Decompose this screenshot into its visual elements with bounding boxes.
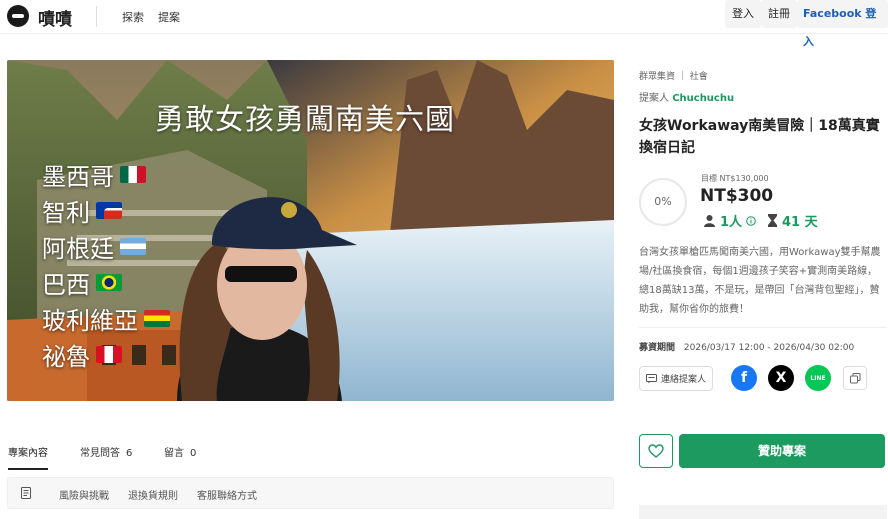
line-glyph: LINE <box>810 374 826 382</box>
raised-amount: NT$300 <box>700 186 774 206</box>
subnav-risks[interactable]: 風險與挑戰 <box>59 487 109 502</box>
contact-proposer-button[interactable]: 連絡提案人 <box>639 366 713 391</box>
content-subnav: 風險與挑戰 退換貨規則 客服聯絡方式 <box>7 477 614 509</box>
subnav-customer-service[interactable]: 客服聯絡方式 <box>197 487 257 502</box>
days-left: 41 天 <box>782 215 818 230</box>
facebook-login-button[interactable]: Facebook 登入 <box>797 0 888 48</box>
brazil-flag-icon <box>96 274 122 291</box>
proposer: 提案人 Chuchuchu <box>639 89 734 104</box>
tab-project-content[interactable]: 專案內容 <box>8 444 48 470</box>
info-icon[interactable] <box>746 215 756 226</box>
tab-comments[interactable]: 留言 0 <box>164 444 196 459</box>
person-icon <box>704 215 715 227</box>
proposer-label: 提案人 <box>639 93 669 104</box>
reward-card-edge <box>639 505 887 519</box>
bolivia-flag-icon <box>144 310 170 327</box>
tab-count: 0 <box>190 448 197 459</box>
country-label: 玻利維亞 <box>42 307 138 335</box>
hourglass-icon <box>768 214 777 227</box>
days-left-stat: 41 天 <box>767 211 818 230</box>
backers-count: 1人 <box>720 215 743 230</box>
funding-period: 募資期間 2026/03/17 12:00 - 2026/04/30 02:00 <box>639 340 854 353</box>
period-value: 2026/03/17 12:00 - 2026/04/30 02:00 <box>683 343 855 353</box>
x-glyph: X <box>775 370 787 386</box>
tab-faq[interactable]: 常見問答 6 <box>80 444 132 459</box>
country-argentina: 阿根廷 <box>42 229 146 264</box>
chile-flag-icon <box>96 202 122 219</box>
project-category[interactable]: 群眾集資 ｜ 社會 <box>639 69 708 82</box>
project-description: 台灣女孩單槍匹馬闖南美六國，用Workaway雙手幫農場/社區換食宿，每個1週邊… <box>639 247 881 315</box>
tab-label: 留言 <box>164 448 184 459</box>
heart-icon <box>648 444 664 458</box>
mexico-flag-icon <box>120 166 146 183</box>
content-tabs: 專案內容 常見問答 6 留言 0 <box>0 432 628 470</box>
fund-project-button[interactable]: 贊助專案 <box>679 434 885 468</box>
country-peru: 祕魯 <box>42 337 122 372</box>
progress-percent: 0% <box>654 195 672 208</box>
line-share-icon[interactable]: LINE <box>805 365 831 391</box>
nav-explore[interactable]: 探索 <box>122 9 144 25</box>
project-title: 女孩Workaway南美冒險｜18萬真實換宿日記 <box>639 118 880 156</box>
country-mexico: 墨西哥 <box>42 157 146 192</box>
period-label: 募資期間 <box>639 343 676 353</box>
message-icon <box>645 373 657 383</box>
document-icon[interactable] <box>21 487 31 499</box>
copy-icon <box>849 372 860 383</box>
country-label: 阿根廷 <box>42 235 114 263</box>
login-button[interactable]: 登入 <box>725 0 761 28</box>
facebook-share-icon[interactable]: f <box>731 365 757 391</box>
copy-link-button[interactable] <box>843 366 867 390</box>
tab-count: 6 <box>126 448 133 459</box>
contact-proposer-label: 連絡提案人 <box>660 375 706 385</box>
argentina-flag-icon <box>120 238 146 255</box>
country-label: 墨西哥 <box>42 163 114 191</box>
country-label: 祕魯 <box>42 343 90 371</box>
cover-title: 勇敢女孩勇闖南美六國 <box>155 102 456 136</box>
country-label: 巴西 <box>42 271 90 299</box>
header-divider <box>96 6 97 27</box>
tab-label: 專案內容 <box>8 448 48 459</box>
logo-icon[interactable] <box>7 5 29 27</box>
goal-text: 目標 NT$130,000 <box>701 174 769 183</box>
country-label: 智利 <box>42 199 90 227</box>
country-bolivia: 玻利維亞 <box>42 301 170 336</box>
follow-button[interactable] <box>639 434 673 468</box>
register-button[interactable]: 註冊 <box>761 0 797 28</box>
divider <box>639 327 887 328</box>
tab-label: 常見問答 <box>80 448 120 459</box>
country-brazil: 巴西 <box>42 265 122 300</box>
nav-propose[interactable]: 提案 <box>158 9 180 25</box>
backers-stat: 1人 <box>703 211 756 230</box>
project-cover-image: 勇敢女孩勇闖南美六國 墨西哥 智利 阿根廷 巴西 玻利維亞 祕魯 <box>7 60 614 401</box>
top-header: 嘖嘖 探索 提案 登入 註冊 Facebook 登入 <box>0 0 888 48</box>
x-share-icon[interactable]: X <box>768 365 794 391</box>
logo-text[interactable]: 嘖嘖 <box>38 5 72 30</box>
facebook-glyph: f <box>740 370 748 386</box>
subnav-return-policy[interactable]: 退換貨規則 <box>128 487 178 502</box>
peru-flag-icon <box>96 346 122 363</box>
country-chile: 智利 <box>42 193 122 228</box>
progress-ring: 0% <box>639 178 687 226</box>
proposer-name-link[interactable]: Chuchuchu <box>672 93 734 104</box>
